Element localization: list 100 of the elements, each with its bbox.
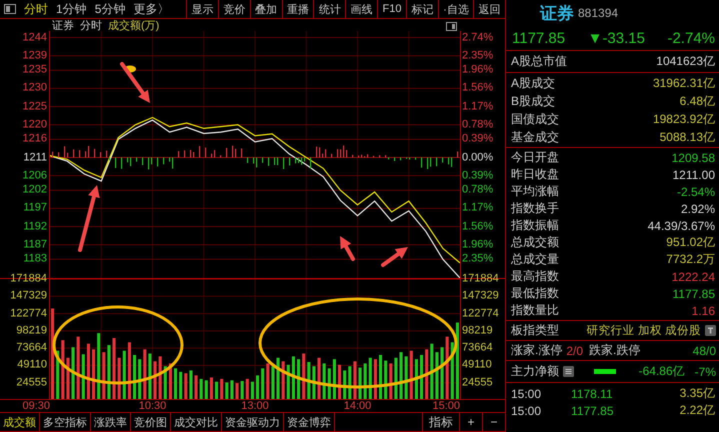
volume-bar	[107, 345, 110, 400]
toolbar-button[interactable]: 返回	[473, 0, 506, 18]
volume-bar	[318, 358, 321, 400]
bottom-button[interactable]: +	[459, 413, 482, 431]
volume-bar	[435, 352, 438, 400]
period-tab[interactable]: 分时	[24, 0, 48, 18]
volume-bar	[86, 344, 90, 400]
percent-axis-label: 0.78%	[462, 184, 494, 197]
volume-bar	[404, 356, 408, 400]
stat-value: 7732.2万	[666, 251, 715, 268]
indicator-tab[interactable]: 资金博弈	[284, 413, 335, 431]
window-icon[interactable]	[4, 4, 16, 14]
trade-price: 1177.85	[571, 404, 614, 418]
volume-bar	[312, 366, 316, 400]
volume-bar	[168, 363, 172, 400]
indicator-tab[interactable]: 多空指标	[40, 413, 91, 431]
toolbar-button[interactable]: 显示	[187, 0, 218, 18]
volume-bar	[92, 349, 96, 400]
volume-bar	[220, 378, 224, 400]
stat-label: 今日开盘	[511, 149, 559, 166]
toolbar-button[interactable]: 标记	[406, 0, 438, 18]
price-axis-label: 1197	[23, 202, 47, 215]
square-icon[interactable]	[705, 325, 716, 336]
period-tab[interactable]: 5分钟	[94, 0, 126, 18]
volume-bar	[394, 358, 398, 400]
stat-label: 总成交量	[511, 251, 559, 268]
chart-mode: 分时	[80, 18, 102, 32]
price-axis-label: 1225	[22, 100, 47, 114]
indicator-tab[interactable]: 竞价图	[131, 413, 171, 431]
price-axis-label: 1206	[22, 169, 47, 182]
toolbar-button[interactable]: 竞价	[218, 0, 250, 18]
volume-bar	[420, 354, 424, 400]
volume-bar	[400, 352, 403, 400]
indicator-tab[interactable]: 成交对比	[171, 413, 222, 431]
percent-axis-label: 1.56%	[462, 220, 494, 234]
toolbar-button[interactable]: 叠加	[250, 0, 282, 18]
stat-value: 1177.85	[672, 286, 715, 300]
volume-bar	[204, 380, 208, 400]
stat-value: 1041623亿	[656, 53, 715, 70]
stat-value: 5088.13亿	[660, 128, 715, 146]
volume-bar	[322, 363, 326, 400]
period-tab[interactable]: 更多〉	[133, 0, 170, 18]
volume-bar	[250, 382, 254, 400]
volume-bar	[389, 363, 392, 400]
stat-label: 最低指数	[511, 285, 559, 302]
volume-bar	[328, 368, 331, 400]
price-axis-label: 1244	[22, 31, 47, 44]
volume-bar	[286, 364, 290, 400]
volume-bar	[148, 354, 152, 400]
volume-axis-label: 24555	[462, 376, 493, 390]
volume-bar	[76, 336, 80, 400]
toolbar-button[interactable]: F10	[377, 0, 406, 18]
stat-value: 951.02亿	[666, 234, 715, 251]
list-icon[interactable]	[563, 366, 574, 377]
stat-value: 1222.24	[672, 270, 715, 284]
index-name: 证券	[540, 2, 574, 24]
volume-bar	[348, 366, 352, 400]
toolbar-button[interactable]: 画线	[345, 0, 378, 18]
volume-bar	[112, 338, 116, 400]
stat-label: 跌家.跌停	[589, 342, 640, 359]
stat-value: -64.86亿	[638, 363, 685, 380]
volume-axis-label: 147329	[462, 290, 499, 303]
sector-type: 研究行业 加权 成份股	[586, 323, 701, 338]
time-axis-label: 15:00	[432, 400, 460, 412]
volume-axis-label: 24555	[16, 376, 47, 390]
stat-label: 主力净额	[511, 363, 559, 380]
stat-label: B股成交	[511, 92, 556, 110]
volume-bar	[174, 368, 178, 400]
time-axis-label: 13:00	[241, 400, 269, 412]
volume-bar	[138, 359, 142, 400]
volume-bar	[179, 372, 182, 400]
volume-bar	[271, 366, 274, 400]
percent-axis-label: 0.39%	[462, 132, 494, 146]
volume-bar	[368, 358, 372, 400]
volume-bar	[128, 342, 131, 400]
volume-bar	[122, 350, 126, 400]
volume-axis-label: 98219	[16, 324, 47, 338]
toolbar-button[interactable]: 统计	[313, 0, 346, 18]
volume-bar	[133, 354, 136, 400]
window-icon[interactable]	[446, 22, 457, 31]
volume-bar	[440, 347, 444, 400]
volume-bar	[266, 363, 270, 400]
percent-axis-label: 0.00%	[462, 151, 494, 164]
volume-bar	[307, 362, 310, 400]
volume-bar	[276, 358, 280, 400]
indicator-tab[interactable]: 成交额	[0, 413, 40, 431]
toolbar-button[interactable]: 重播	[282, 0, 314, 18]
period-tab[interactable]: 1分钟	[56, 0, 87, 18]
bottom-button[interactable]: −	[482, 413, 505, 431]
indicator-tab[interactable]: 涨跌率	[91, 413, 131, 431]
bottom-button[interactable]: 指标	[422, 413, 459, 431]
stat-label: 指数量比	[511, 302, 559, 319]
toolbar-button[interactable]: ·自选	[438, 0, 474, 18]
volume-bar	[292, 356, 295, 400]
volume-bar	[56, 350, 60, 400]
price-axis-label: 1216	[22, 132, 47, 146]
indicator-tab[interactable]: 资金驱动力	[222, 413, 284, 431]
price-axis-label: 1239	[22, 49, 47, 62]
percent-axis-label: 1.17%	[462, 100, 494, 114]
volume-bar	[374, 359, 377, 400]
